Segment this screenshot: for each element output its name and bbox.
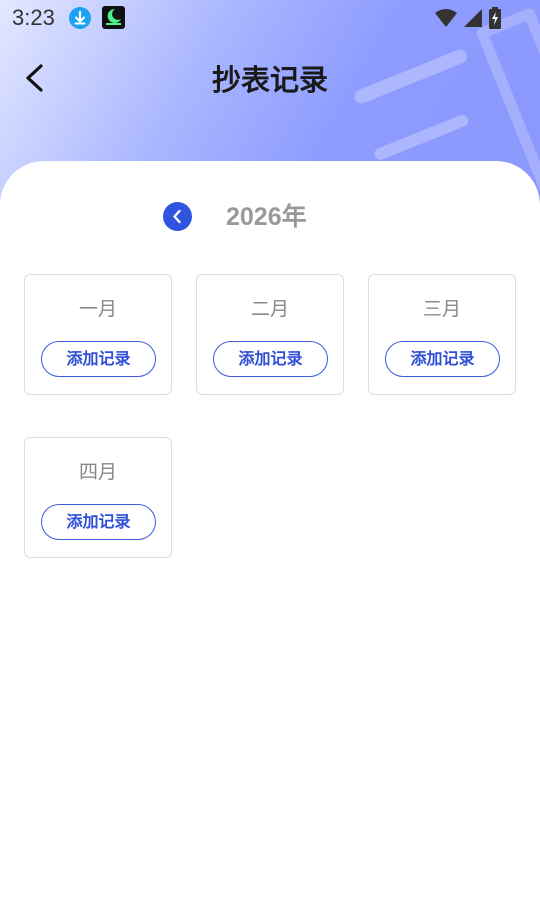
wifi-icon xyxy=(434,9,457,27)
add-record-button[interactable]: 添加记录 xyxy=(41,341,156,377)
chevron-left-icon xyxy=(173,209,181,224)
app-notification-icon xyxy=(102,6,125,29)
year-label: 2026年 xyxy=(226,203,307,231)
add-record-button[interactable]: 添加记录 xyxy=(385,341,500,377)
month-card: 三月 添加记录 xyxy=(368,274,516,395)
month-name: 三月 xyxy=(422,298,461,320)
add-record-button[interactable]: 添加记录 xyxy=(213,341,328,377)
battery-charging-icon xyxy=(489,7,501,29)
prev-year-button[interactable] xyxy=(163,202,192,231)
download-icon xyxy=(69,7,91,29)
month-name: 二月 xyxy=(250,298,289,320)
month-name: 一月 xyxy=(78,298,117,320)
year-selector: 2026年 xyxy=(0,200,540,234)
month-card: 四月 添加记录 xyxy=(24,437,172,558)
month-card: 二月 添加记录 xyxy=(196,274,344,395)
status-icons xyxy=(434,7,502,29)
month-name: 四月 xyxy=(78,461,117,483)
cellular-signal-icon xyxy=(463,9,482,27)
status-bar: 3:23 xyxy=(0,0,540,36)
month-card: 一月 添加记录 xyxy=(24,274,172,395)
status-time: 3:23 xyxy=(12,5,55,30)
header-decoration xyxy=(372,112,470,162)
page-title: 抄表记录 xyxy=(211,63,328,97)
add-record-button[interactable]: 添加记录 xyxy=(41,504,156,540)
